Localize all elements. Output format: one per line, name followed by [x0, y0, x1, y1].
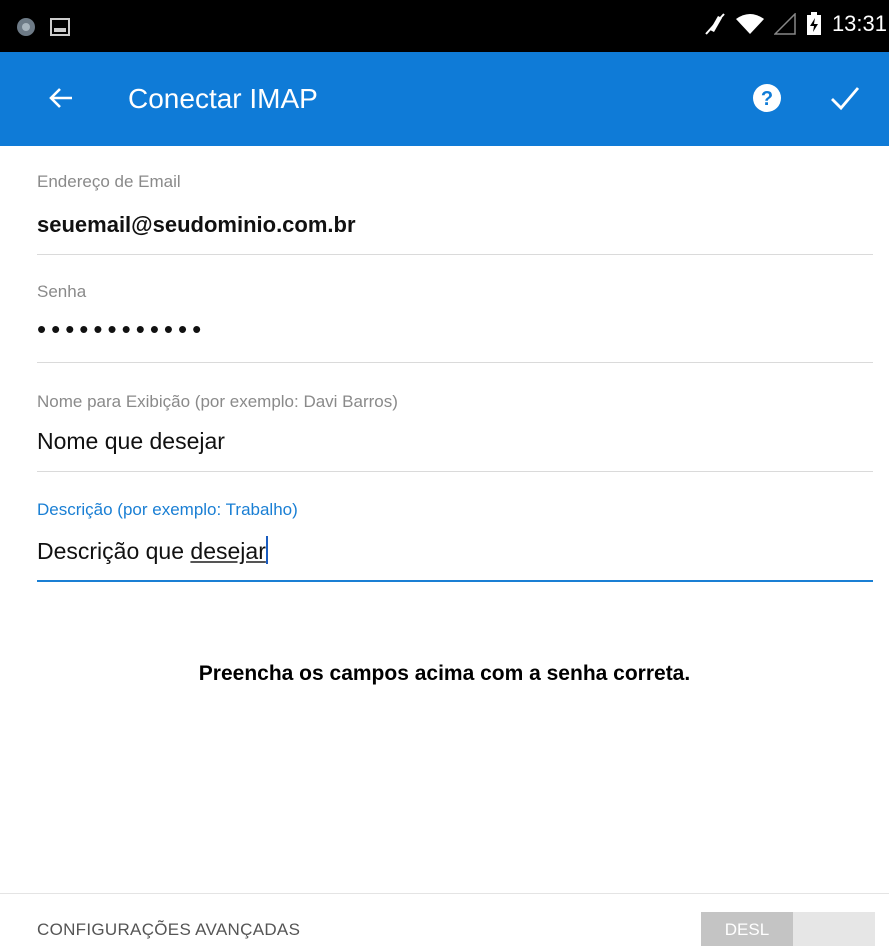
status-bar: 13:31 [0, 0, 889, 52]
instruction-note: Preencha os campos acima com a senha cor… [198, 662, 691, 685]
description-underline [37, 580, 873, 582]
email-label: Endereço de Email [37, 172, 181, 191]
advanced-settings-label: CONFIGURAÇÕES AVANÇADAS [37, 920, 301, 939]
password-input[interactable]: •••••••••••• [37, 314, 206, 345]
toggle-state-label: DESL [701, 912, 793, 946]
advanced-divider [0, 893, 889, 894]
password-field[interactable]: Senha •••••••••••• [37, 282, 873, 366]
display-name-label: Nome para Exibição (por exemplo: Davi Ba… [37, 392, 398, 411]
description-label: Descrição (por exemplo: Trabalho) [37, 500, 298, 519]
image-notification-icon [50, 18, 70, 36]
password-label: Senha [37, 282, 87, 301]
text-cursor [265, 536, 268, 564]
svg-text:?: ? [761, 88, 773, 110]
email-input[interactable]: seuemail@seudominio.com.br [37, 212, 356, 238]
description-field[interactable]: Descrição (por exemplo: Trabalho) Descri… [37, 500, 873, 584]
description-input[interactable]: Descrição que desejar [37, 536, 268, 565]
back-arrow-icon[interactable] [48, 85, 74, 111]
email-underline [37, 254, 873, 255]
advanced-settings-toggle[interactable]: DESL [701, 912, 875, 946]
email-field[interactable]: Endereço de Email seuemail@seudominio.co… [37, 172, 873, 256]
help-icon[interactable]: ? [752, 83, 782, 113]
app-notification-icon [17, 18, 35, 36]
app-bar: Conectar IMAP ? [0, 52, 889, 146]
vibrate-off-icon [705, 13, 725, 35]
page-title: Conectar IMAP [128, 83, 318, 114]
display-name-underline [37, 471, 873, 472]
status-time: 13:31 [831, 11, 887, 36]
battery-charging-icon [806, 12, 821, 35]
description-text: Descrição que [37, 538, 191, 564]
display-name-input[interactable]: Nome que desejar [37, 428, 225, 455]
password-underline [37, 362, 873, 363]
description-text-composing: desejar [190, 538, 266, 564]
confirm-check-icon[interactable] [830, 84, 860, 112]
wifi-icon [735, 14, 764, 34]
cell-signal-icon [773, 13, 796, 35]
display-name-field[interactable]: Nome para Exibição (por exemplo: Davi Ba… [37, 392, 873, 476]
